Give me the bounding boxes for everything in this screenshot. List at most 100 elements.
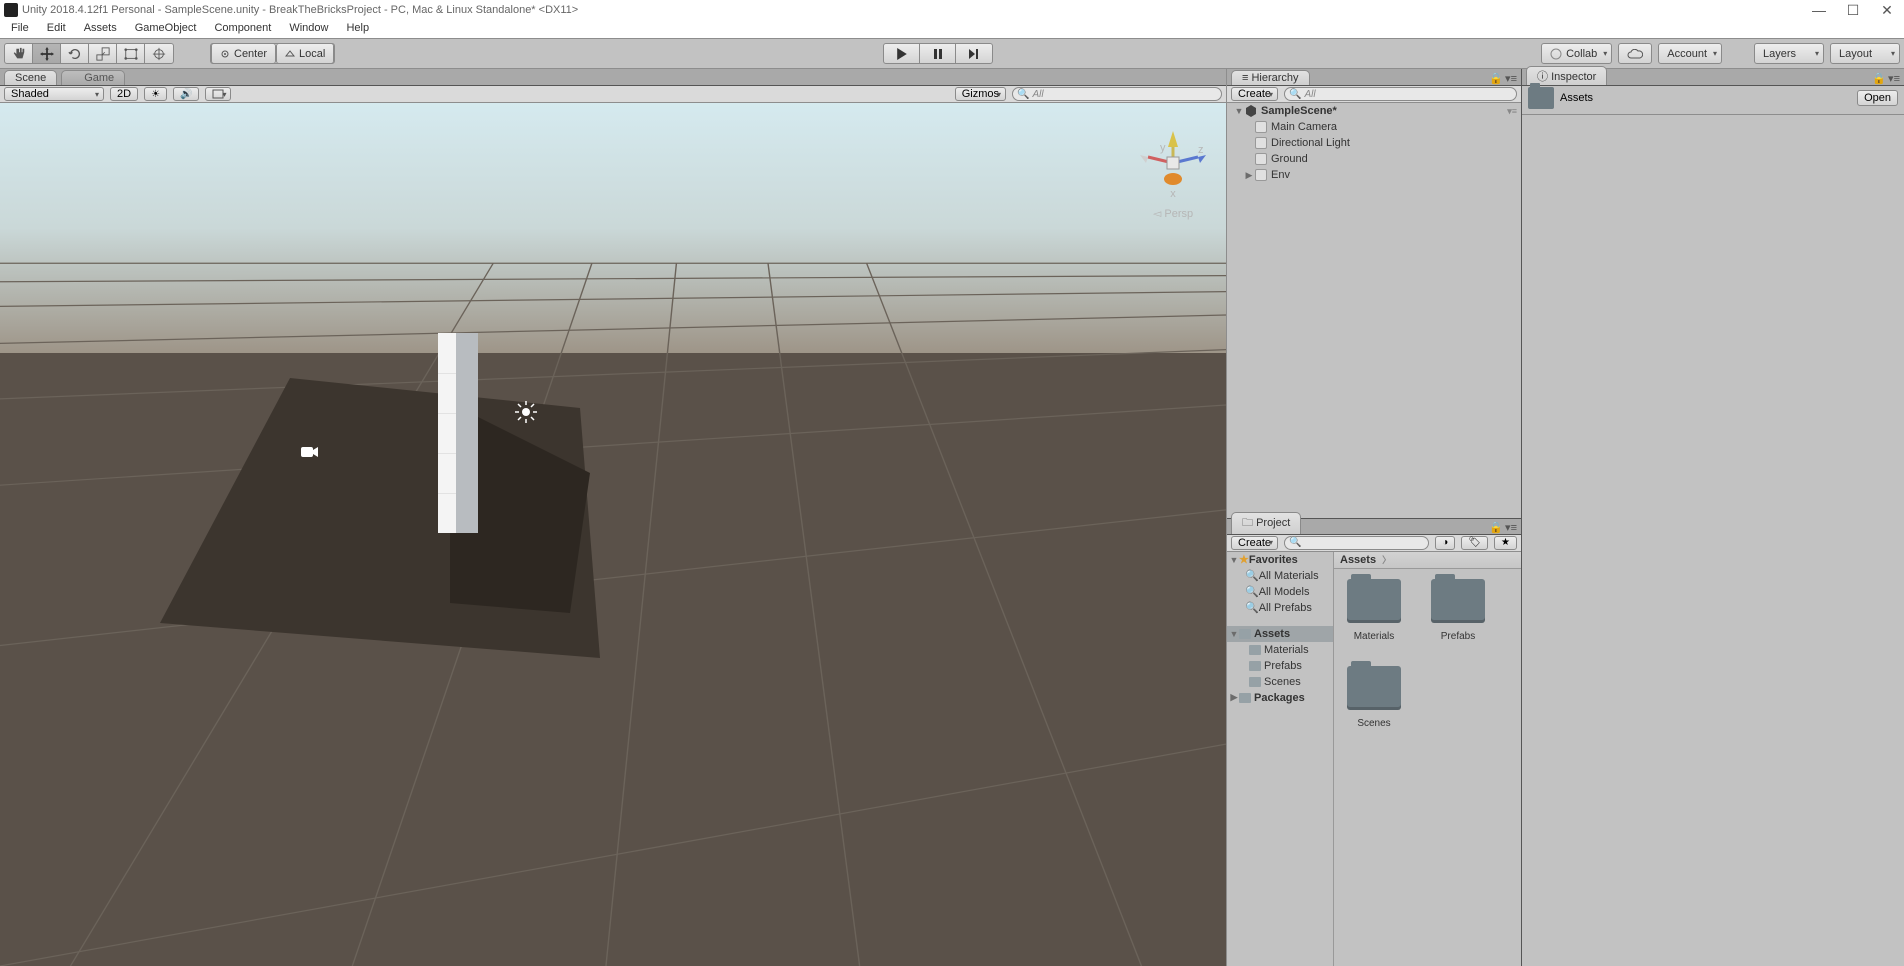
- inspector-icon: ⓘ: [1537, 71, 1551, 83]
- audio-toggle[interactable]: 🔊: [173, 87, 199, 101]
- menu-gameobject[interactable]: GameObject: [126, 19, 206, 38]
- hierarchy-item[interactable]: Ground: [1271, 153, 1308, 165]
- pivot-toggle[interactable]: Center: [211, 43, 276, 64]
- project-create[interactable]: Create: [1231, 536, 1278, 550]
- panel-menu-icon[interactable]: ▾≡: [1888, 72, 1900, 85]
- tab-game[interactable]: Game: [61, 70, 125, 85]
- tab-hierarchy[interactable]: ≡ Hierarchy: [1231, 70, 1310, 85]
- lighting-toggle[interactable]: ☀: [144, 87, 167, 101]
- hierarchy-create[interactable]: Create: [1231, 87, 1278, 101]
- minimize-button[interactable]: —: [1812, 3, 1826, 17]
- search-icon: 🔍: [1289, 89, 1301, 100]
- cloud-button[interactable]: [1618, 43, 1652, 64]
- menu-file[interactable]: File: [2, 19, 38, 38]
- lock-icon[interactable]: 🔒: [1872, 72, 1886, 85]
- shade-mode-dropdown[interactable]: Shaded: [4, 87, 104, 101]
- gameobject-icon: [1255, 121, 1267, 133]
- search-icon: 🔍: [1017, 89, 1029, 100]
- scene-tabbar: Scene Game: [0, 69, 1226, 86]
- chevron-right-icon: 〉: [1382, 553, 1391, 566]
- menu-help[interactable]: Help: [337, 19, 378, 38]
- panel-menu-icon[interactable]: ▾≡: [1505, 72, 1517, 85]
- layers-dropdown[interactable]: Layers: [1754, 43, 1824, 64]
- filter-type-icon[interactable]: ◑: [1435, 536, 1455, 550]
- transform-tools: [4, 43, 174, 64]
- favorite-save-icon[interactable]: ★: [1494, 536, 1517, 550]
- tab-project[interactable]: 🗀 Project: [1231, 512, 1301, 534]
- scene-menu-icon[interactable]: ▾≡: [1507, 106, 1521, 117]
- svg-text:x: x: [1170, 188, 1176, 200]
- orientation-gizmo[interactable]: x y z ◅ Persp: [1138, 129, 1208, 209]
- open-button[interactable]: Open: [1857, 90, 1898, 106]
- play-button[interactable]: [884, 44, 920, 63]
- rect-tool[interactable]: [117, 44, 145, 63]
- unity-logo-icon: [4, 3, 18, 17]
- play-controls: [883, 43, 993, 64]
- menu-edit[interactable]: Edit: [38, 19, 75, 38]
- folder-thumb[interactable]: Materials: [1344, 579, 1404, 642]
- folder-icon: [1528, 87, 1554, 109]
- hierarchy-tree[interactable]: ▼SampleScene*▾≡ Main Camera Directional …: [1227, 103, 1521, 518]
- scale-tool[interactable]: [89, 44, 117, 63]
- project-breadcrumb[interactable]: Assets〉: [1334, 552, 1521, 569]
- maximize-button[interactable]: ☐: [1846, 3, 1860, 17]
- menu-component[interactable]: Component: [205, 19, 280, 38]
- gameobject-icon: [1255, 169, 1267, 181]
- scene-viewport[interactable]: x y z ◅ Persp: [0, 103, 1226, 966]
- game-icon: [72, 73, 82, 83]
- gizmos-dropdown[interactable]: Gizmos: [955, 87, 1006, 101]
- collab-dropdown[interactable]: Collab: [1541, 43, 1612, 64]
- inspector-body: [1522, 119, 1904, 966]
- folder-thumb[interactable]: Prefabs: [1428, 579, 1488, 642]
- layout-dropdown[interactable]: Layout: [1830, 43, 1900, 64]
- lock-icon[interactable]: 🔒: [1489, 72, 1503, 85]
- project-search[interactable]: 🔍: [1284, 536, 1429, 550]
- star-icon: ★: [1239, 553, 1249, 566]
- camera-gizmo-icon: [298, 445, 318, 459]
- gameobject-icon: [1255, 153, 1267, 165]
- fx-dropdown[interactable]: [205, 87, 231, 101]
- search-icon: 🔍: [1245, 585, 1259, 598]
- scene-search[interactable]: 🔍All: [1012, 87, 1222, 101]
- inspector-header: Assets Open: [1522, 86, 1904, 110]
- window-titlebar: Unity 2018.4.12f1 Personal - SampleScene…: [0, 0, 1904, 19]
- folder-icon: [1249, 661, 1261, 671]
- space-toggle[interactable]: Local: [276, 43, 334, 64]
- rotate-tool[interactable]: [61, 44, 89, 63]
- close-button[interactable]: ✕: [1880, 3, 1894, 17]
- main-toolbar: Center Local Collab Account Layers Layou…: [0, 38, 1904, 69]
- lock-icon[interactable]: 🔒: [1489, 521, 1503, 534]
- hierarchy-item[interactable]: Env: [1271, 169, 1290, 181]
- folder-thumb[interactable]: Scenes: [1344, 666, 1404, 729]
- menu-window[interactable]: Window: [280, 19, 337, 38]
- gameobject-icon: [1255, 137, 1267, 149]
- folder-icon: [1347, 579, 1401, 623]
- scene-name[interactable]: SampleScene*: [1261, 105, 1337, 117]
- unified-tool[interactable]: [145, 44, 173, 63]
- move-tool[interactable]: [33, 44, 61, 63]
- panel-menu-icon[interactable]: ▾≡: [1505, 521, 1517, 534]
- 2d-toggle[interactable]: 2D: [110, 87, 138, 101]
- hierarchy-item[interactable]: Directional Light: [1271, 137, 1350, 149]
- window-title: Unity 2018.4.12f1 Personal - SampleScene…: [22, 4, 578, 16]
- folder-icon: [1239, 629, 1251, 639]
- hierarchy-search[interactable]: 🔍All: [1284, 87, 1517, 101]
- svg-text:z: z: [1198, 144, 1204, 156]
- search-icon: 🔍: [1289, 537, 1301, 548]
- hierarchy-item[interactable]: Main Camera: [1271, 121, 1337, 133]
- hand-tool[interactable]: [5, 44, 33, 63]
- account-dropdown[interactable]: Account: [1658, 43, 1722, 64]
- folder-icon: [1431, 579, 1485, 623]
- scene-toolbar: Shaded 2D ☀ 🔊 Gizmos 🔍All: [0, 86, 1226, 103]
- search-icon: 🔍: [1245, 569, 1259, 582]
- project-thumbs[interactable]: Materials Prefabs Scenes: [1334, 569, 1521, 966]
- pause-button[interactable]: [920, 44, 956, 63]
- menu-bar: File Edit Assets GameObject Component Wi…: [0, 19, 1904, 38]
- inspector-title: Assets: [1560, 92, 1593, 104]
- filter-label-icon[interactable]: 🏷: [1461, 536, 1488, 550]
- step-button[interactable]: [956, 44, 992, 63]
- menu-assets[interactable]: Assets: [75, 19, 126, 38]
- project-icon: 🗀: [1242, 517, 1256, 529]
- tab-scene[interactable]: Scene: [4, 70, 57, 85]
- project-tree[interactable]: ▼★Favorites 🔍All Materials 🔍All Models 🔍…: [1227, 552, 1334, 966]
